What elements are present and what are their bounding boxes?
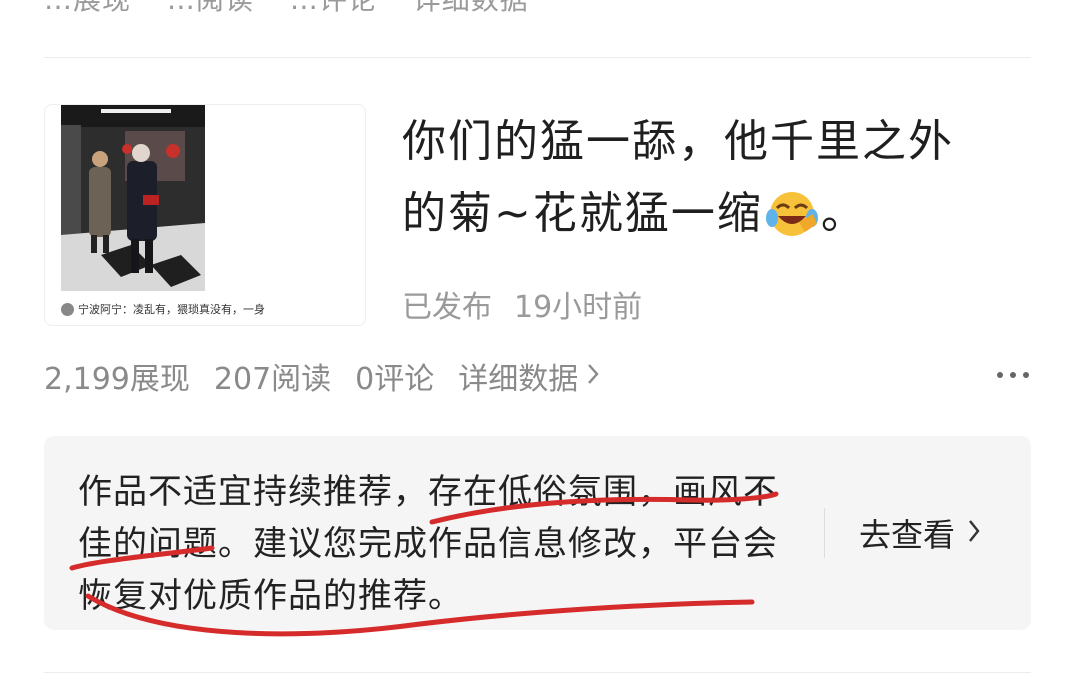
stat-views: 2,199展现 <box>44 362 190 397</box>
post-thumbnail-caption: 宁波阿宁： 凌乱有，猥琐真没有，一身 <box>61 301 265 317</box>
previous-stats-row: …展现 …阅读 …评论 详细数据 <box>44 0 555 18</box>
prev-detail-link[interactable]: 详细数据 <box>413 0 529 16</box>
prev-stat-comments: …评论 <box>290 0 377 16</box>
notice-separator <box>824 508 825 558</box>
notice-message: 作品不适宜持续推荐，存在低俗氛围，画风不佳的问题。建议您完成作品信息修改，平台会… <box>78 472 778 616</box>
bottom-divider <box>44 672 1031 673</box>
publish-time: 19小时前 <box>514 290 643 325</box>
post-stats-row: 2,199展现 207阅读 0评论 详细数据 <box>44 354 600 398</box>
prev-stat-views: …展现 <box>44 0 131 16</box>
chevron-right-icon <box>586 359 600 394</box>
post-thumbnail-card[interactable]: 宁波阿宁： 凌乱有，猥琐真没有，一身 <box>44 104 366 326</box>
recommendation-notice: 作品不适宜持续推荐，存在低俗氛围，画风不佳的问题。建议您完成作品信息修改，平台会… <box>44 436 1031 630</box>
post-title-line2: 的菊~花就猛一缩 <box>402 188 763 239</box>
prev-stat-reads: …阅读 <box>167 0 254 16</box>
more-options-icon[interactable] <box>997 372 1029 378</box>
stat-comments: 0评论 <box>355 362 435 397</box>
view-notice-button[interactable]: 去查看 <box>859 510 981 556</box>
chevron-right-icon <box>967 514 981 552</box>
post-status-row: 已发布 19小时前 <box>402 282 664 326</box>
laughing-crying-emoji-icon <box>763 188 821 238</box>
publish-status: 已发布 <box>402 290 492 325</box>
stat-reads: 207阅读 <box>213 362 332 397</box>
caption-user: 宁波阿宁： <box>78 303 133 316</box>
post-title-suffix: 。 <box>820 188 867 239</box>
post-title[interactable]: 你们的猛一舔，他千里之外 的菊~花就猛一缩 。 <box>402 106 1022 250</box>
commenter-avatar <box>61 302 74 316</box>
post-thumbnail-photo <box>61 105 205 291</box>
caption-text: 凌乱有，猥琐真没有，一身 <box>133 303 265 316</box>
top-divider <box>44 57 1031 58</box>
detail-data-link[interactable]: 详细数据 <box>458 354 600 398</box>
detail-data-label: 详细数据 <box>458 362 579 397</box>
view-notice-label: 去查看 <box>859 516 956 554</box>
post-title-line1: 你们的猛一舔，他千里之外 <box>402 116 954 167</box>
